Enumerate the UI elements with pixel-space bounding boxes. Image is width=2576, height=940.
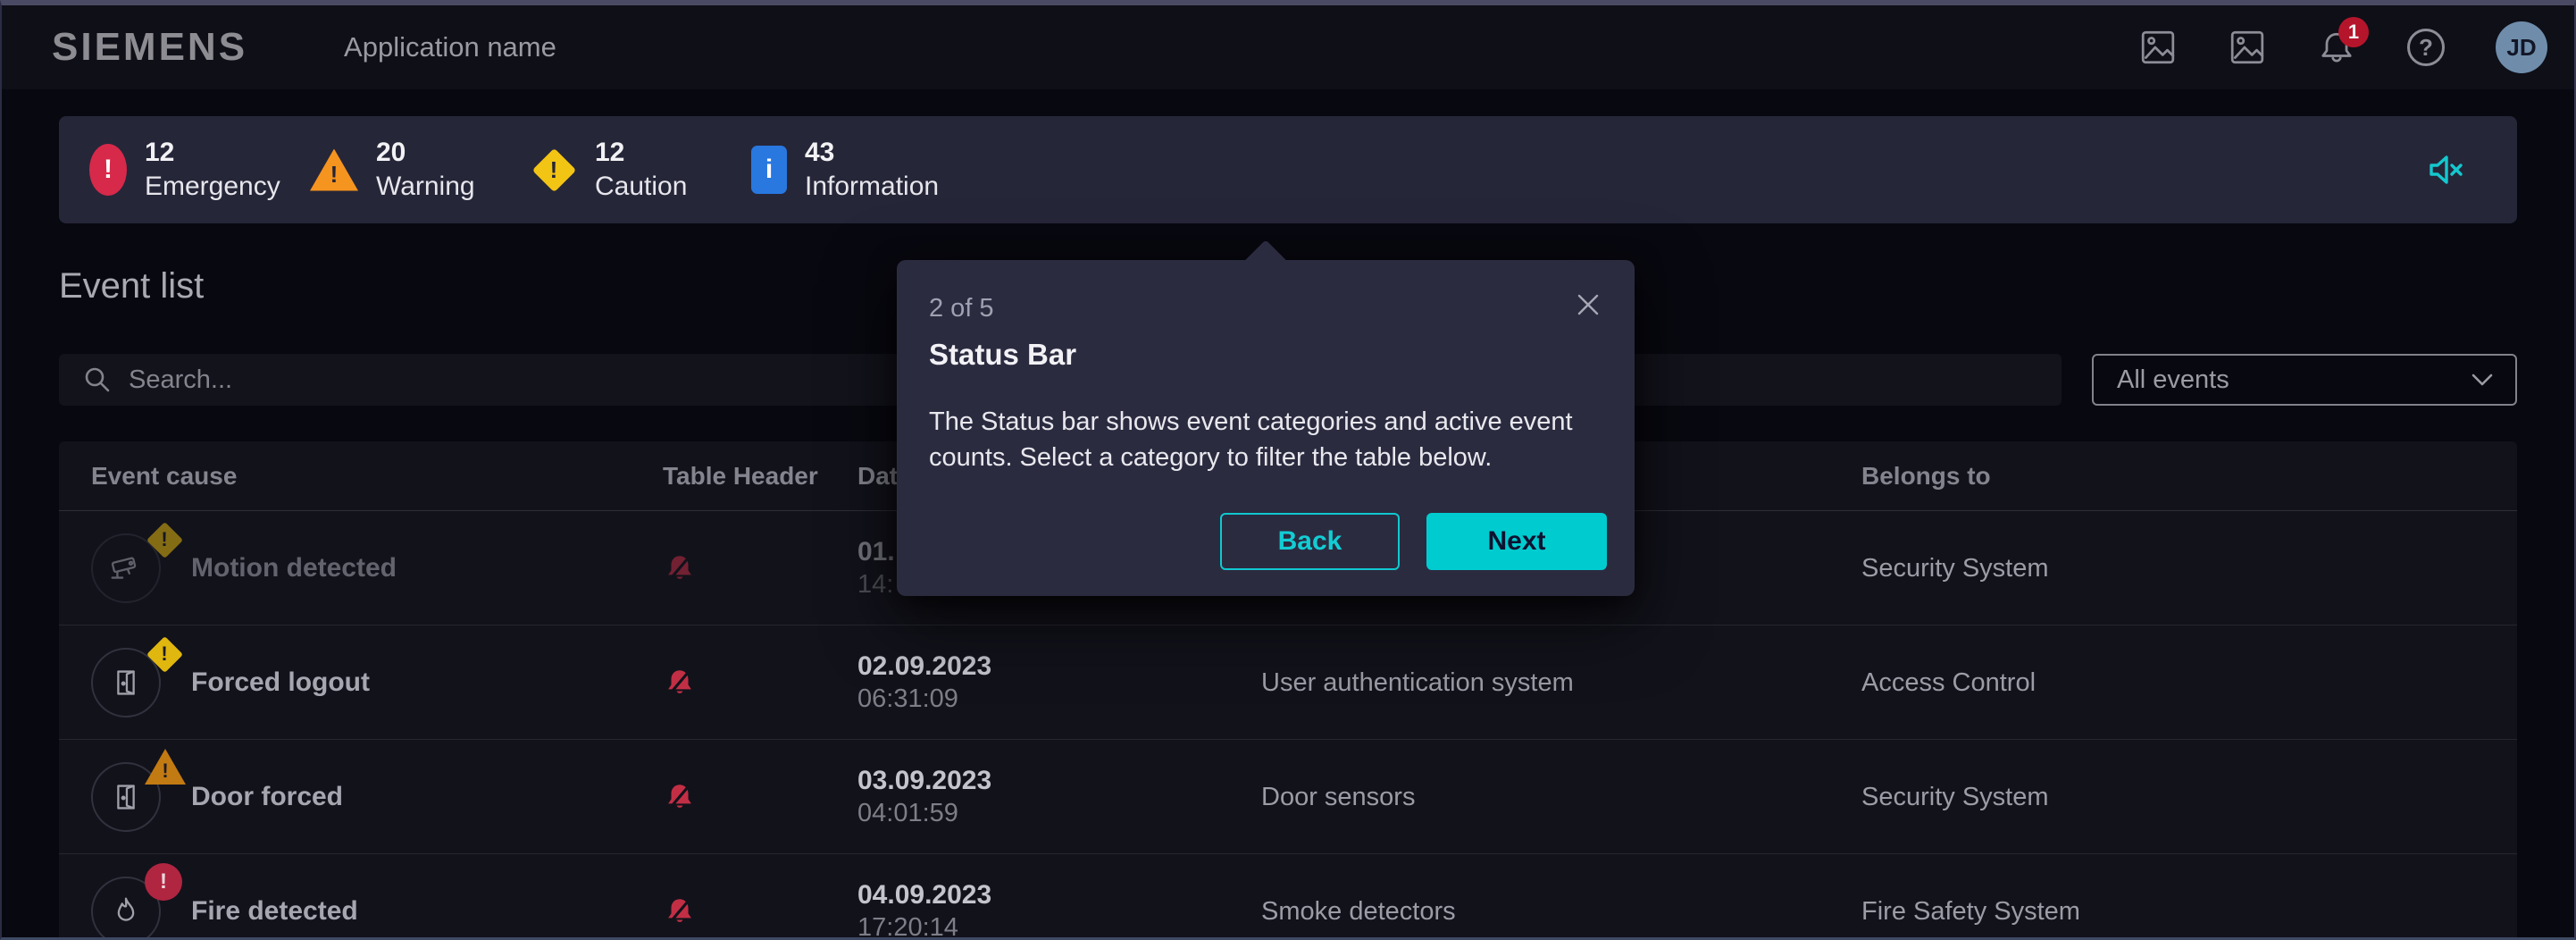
event-filter-value: All events (2117, 365, 2229, 395)
alarm-muted-icon[interactable] (663, 511, 697, 625)
mute-sound-icon[interactable] (2424, 148, 2467, 191)
tooltip-body: The Status bar shows event categories an… (929, 404, 1602, 475)
alarm-muted-icon[interactable] (663, 854, 697, 940)
event-cause: Fire detected (191, 854, 358, 940)
warning-triangle-badge: ! (145, 749, 186, 785)
notification-bell-icon[interactable]: 1 (2317, 28, 2356, 67)
image-icon-1[interactable] (2138, 28, 2178, 67)
warning-count: 20 (376, 136, 475, 170)
information-count: 43 (805, 136, 939, 170)
tooltip-buttons: Back Next (1220, 513, 1607, 570)
event-date: 04.09.2023 17:20:14 (857, 854, 991, 940)
emergency-ellipse-icon: ! (89, 144, 127, 196)
app-title: Application name (344, 31, 556, 63)
emergency-label: Emergency (145, 170, 280, 204)
status-bar: ! 12 Emergency ! 20 Warning ! 12 Caution… (59, 116, 2517, 223)
status-item-information[interactable]: i 43 Information (751, 136, 972, 204)
notification-badge: 1 (2338, 17, 2369, 47)
event-date: 03.09.2023 04:01:59 (857, 740, 991, 854)
siemens-logo: SIEMENS (52, 25, 247, 70)
table-row[interactable]: ! Door forced 03.09.2023 04:01:59 Door s… (59, 740, 2517, 854)
image-icon-2[interactable] (2228, 28, 2267, 67)
top-header: SIEMENS Application name 1 ? JD (2, 5, 2574, 89)
caution-count: 12 (595, 136, 687, 170)
next-button[interactable]: Next (1426, 513, 1607, 570)
tooltip-title: Status Bar (929, 338, 1602, 372)
tooltip-step: 2 of 5 (929, 294, 1602, 323)
information-label: Information (805, 170, 939, 204)
search-icon (82, 365, 113, 395)
caution-diamond-badge: ! (145, 634, 184, 674)
event-cause: Door forced (191, 740, 343, 854)
alarm-muted-icon[interactable] (663, 625, 697, 740)
status-item-caution[interactable]: ! 12 Caution (531, 136, 751, 204)
col-header-table-header[interactable]: Table Header (663, 441, 818, 511)
table-row[interactable]: ! Forced logout 02.09.2023 06:31:09 User… (59, 625, 2517, 740)
event-description: User authentication system (1261, 625, 1574, 740)
col-header-belongs-to[interactable]: Belongs to (1861, 441, 1991, 511)
chevron-down-icon (2471, 373, 2494, 387)
event-description: Smoke detectors (1261, 854, 1456, 940)
caution-label: Caution (595, 170, 687, 204)
col-header-event-cause[interactable]: Event cause (91, 441, 237, 511)
event-belongs-to: Security System (1861, 740, 2049, 854)
back-button[interactable]: Back (1220, 513, 1400, 570)
avatar[interactable]: JD (2496, 21, 2547, 73)
application-window: SIEMENS Application name 1 ? JD ! 12 (0, 0, 2576, 940)
help-icon[interactable]: ? (2406, 28, 2446, 67)
emergency-count: 12 (145, 136, 280, 170)
event-belongs-to: Access Control (1861, 625, 2036, 740)
warning-label: Warning (376, 170, 475, 204)
table-row[interactable]: ! Fire detected 04.09.2023 17:20:14 Smok… (59, 854, 2517, 940)
warning-triangle-icon: ! (310, 149, 358, 191)
event-description: Door sensors (1261, 740, 1415, 854)
event-belongs-to: Fire Safety System (1861, 854, 2080, 940)
status-item-emergency[interactable]: ! 12 Emergency (89, 136, 310, 204)
info-square-icon: i (751, 146, 787, 194)
alarm-muted-icon[interactable] (663, 740, 697, 854)
event-filter-dropdown[interactable]: All events (2092, 354, 2517, 406)
event-date: 02.09.2023 06:31:09 (857, 625, 991, 740)
event-date: 01. 14: (857, 511, 895, 625)
caution-diamond-badge: ! (145, 520, 184, 559)
onboarding-tooltip: 2 of 5 Status Bar The Status bar shows e… (897, 260, 1635, 596)
emergency-circle-badge: ! (145, 863, 182, 901)
header-actions: 1 ? JD (2138, 21, 2547, 73)
caution-diamond-icon: ! (531, 147, 577, 193)
event-cause: Motion detected (191, 511, 397, 625)
status-item-warning[interactable]: ! 20 Warning (310, 136, 531, 204)
close-icon[interactable] (1572, 289, 1604, 321)
tooltip-caret (1239, 239, 1292, 292)
event-cause: Forced logout (191, 625, 370, 740)
event-belongs-to: Security System (1861, 511, 2049, 625)
